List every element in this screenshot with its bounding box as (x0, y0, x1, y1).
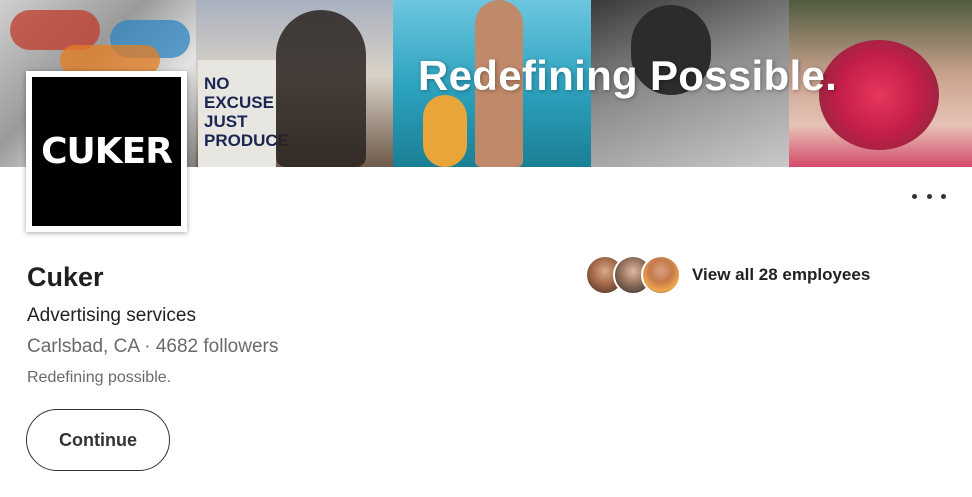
banner-title: Redefining Possible. (418, 52, 838, 99)
employee-avatar (641, 255, 681, 295)
company-location-followers: Carlsbad, CA · 4682 followers (27, 336, 279, 357)
continue-button[interactable]: Continue (26, 409, 170, 471)
more-options-button[interactable] (912, 185, 946, 207)
company-logo-text: CUKER (32, 77, 181, 226)
company-tagline: Redefining possible. (27, 369, 172, 386)
view-employees-label: View all 28 employees (692, 265, 871, 284)
company-logo: CUKER (26, 71, 187, 232)
view-employees-link[interactable]: View all 28 employees (585, 255, 870, 295)
banner-image-basketball: NO EXCUSE JUST PRODUCE (196, 0, 393, 167)
company-name: Cuker (27, 262, 104, 292)
company-industry: Advertising services (27, 305, 196, 326)
more-horizontal-icon (912, 193, 917, 199)
